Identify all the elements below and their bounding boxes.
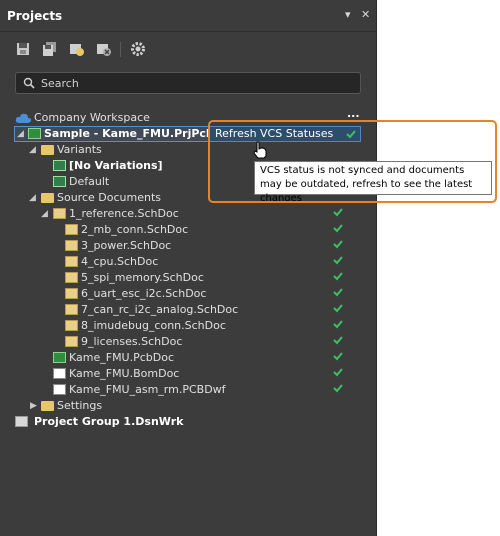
expand-arrow-icon[interactable]: ▶ (30, 398, 37, 414)
folder-icon (41, 193, 54, 203)
pcbdwf-doc-label: Kame_FMU_asm_rm.PCBDwf (69, 383, 226, 396)
draftsman-doc-icon (53, 384, 66, 395)
tree-item-sheet[interactable]: 4_cpu.SchDoc (15, 254, 361, 270)
tree-item-project[interactable]: ◢ Sample - Kame_FMU.PrjPcb (15, 126, 215, 142)
schematic-doc-icon (65, 304, 78, 315)
search-icon (23, 77, 35, 89)
callout-highlight-frame (208, 120, 497, 203)
no-variations-label: [No Variations] (69, 159, 163, 172)
tree-item-sheet[interactable]: 7_can_rc_i2c_analog.SchDoc (15, 302, 361, 318)
search-placeholder: Search (41, 77, 79, 90)
project-group-label: Project Group 1.DsnWrk (34, 415, 184, 428)
sheet-label: 6_uart_esc_i2c.SchDoc (81, 287, 207, 300)
bom-doc-label: Kame_FMU.BomDoc (69, 367, 180, 380)
close-project-icon[interactable] (96, 41, 112, 57)
folder-icon (41, 401, 54, 411)
project-group-icon (15, 416, 28, 427)
panel-toolbar (0, 32, 376, 66)
workspace-label: Company Workspace (34, 111, 150, 124)
projects-panel: Projects ▾ ✕ Search Company Workspace ..… (0, 0, 377, 536)
search-input[interactable]: Search (15, 72, 361, 94)
pcb-doc-icon (53, 352, 66, 363)
open-project-icon[interactable] (69, 41, 85, 57)
bom-doc-icon (53, 368, 66, 379)
settings-label: Settings (57, 399, 103, 412)
vcs-ok-check-icon (333, 240, 343, 249)
vcs-ok-check-icon (333, 352, 343, 361)
panel-menu-icon[interactable]: ▾ (345, 8, 351, 21)
save-all-icon[interactable] (42, 41, 58, 57)
toolbar-divider (120, 42, 121, 57)
schematic-doc-icon (65, 224, 78, 235)
variant-icon (53, 176, 66, 187)
tree-item-sheet[interactable]: 6_uart_esc_i2c.SchDoc (15, 286, 361, 302)
tree-item-source-documents[interactable]: ◢ Source Documents (15, 190, 215, 206)
vcs-ok-check-icon (333, 272, 343, 281)
sheet-label: 4_cpu.SchDoc (81, 255, 159, 268)
vcs-ok-check-icon (333, 384, 343, 393)
collapse-arrow-icon[interactable]: ◢ (29, 142, 36, 158)
tree-item-sheet[interactable]: 3_power.SchDoc (15, 238, 361, 254)
cloud-icon (15, 113, 32, 123)
schematic-doc-icon (65, 240, 78, 251)
tree-item-sheet[interactable]: 9_licenses.SchDoc (15, 334, 361, 350)
tree-item-settings[interactable]: ▶ Settings (15, 398, 215, 414)
collapse-arrow-icon[interactable]: ◢ (17, 126, 24, 142)
sheet-label: 2_mb_conn.SchDoc (81, 223, 189, 236)
settings-icon[interactable] (130, 41, 146, 57)
schematic-doc-icon (53, 208, 66, 219)
folder-icon (41, 145, 54, 155)
sheet-label: 3_power.SchDoc (81, 239, 172, 252)
tree-item-bom-doc[interactable]: Kame_FMU.BomDoc (15, 366, 361, 382)
schematic-doc-icon (65, 288, 78, 299)
collapse-arrow-icon[interactable]: ◢ (41, 206, 48, 222)
vcs-ok-check-icon (333, 368, 343, 377)
tree-item-default-variant[interactable]: Default (15, 174, 215, 190)
save-icon[interactable] (15, 41, 31, 57)
schematic-doc-icon (65, 320, 78, 331)
vcs-ok-check-icon (333, 224, 343, 233)
source-documents-label: Source Documents (57, 191, 161, 204)
tree-item-reference-doc[interactable]: ◢ 1_reference.SchDoc (15, 206, 361, 222)
panel-close-icon[interactable]: ✕ (361, 8, 370, 21)
tree-item-pcbdwf-doc[interactable]: Kame_FMU_asm_rm.PCBDwf (15, 382, 361, 398)
vcs-ok-check-icon (333, 304, 343, 313)
tree-item-no-variations[interactable]: [No Variations] (15, 158, 215, 174)
default-variant-label: Default (69, 175, 110, 188)
sheet-label: 7_can_rc_i2c_analog.SchDoc (81, 303, 239, 316)
schematic-doc-icon (65, 336, 78, 347)
tree-item-sheet[interactable]: 5_spi_memory.SchDoc (15, 270, 361, 286)
tree-item-pcb-doc[interactable]: Kame_FMU.PcbDoc (15, 350, 361, 366)
sheet-label: 8_imudebug_conn.SchDoc (81, 319, 226, 332)
pcb-project-icon (28, 128, 41, 139)
vcs-ok-check-icon (333, 336, 343, 345)
project-label: Sample - Kame_FMU.PrjPcb (44, 127, 214, 140)
vcs-ok-check-icon (333, 256, 343, 265)
vcs-ok-check-icon (333, 320, 343, 329)
tree-item-variants[interactable]: ◢ Variants (15, 142, 215, 158)
panel-titlebar: Projects ▾ ✕ (0, 0, 376, 32)
schematic-doc-icon (65, 256, 78, 267)
variants-label: Variants (57, 143, 102, 156)
pcb-doc-label: Kame_FMU.PcbDoc (69, 351, 175, 364)
reference-doc-label: 1_reference.SchDoc (69, 207, 179, 220)
vcs-ok-check-icon (333, 208, 343, 217)
collapse-arrow-icon[interactable]: ◢ (29, 190, 36, 206)
sheet-label: 5_spi_memory.SchDoc (81, 271, 204, 284)
tree-item-sheet[interactable]: 8_imudebug_conn.SchDoc (15, 318, 361, 334)
tree-item-sheet[interactable]: 2_mb_conn.SchDoc (15, 222, 361, 238)
panel-title: Projects (7, 9, 63, 23)
variant-icon (53, 160, 66, 171)
schematic-doc-icon (65, 272, 78, 283)
vcs-ok-check-icon (333, 288, 343, 297)
sheet-label: 9_licenses.SchDoc (81, 335, 183, 348)
tree-item-project-group[interactable]: Project Group 1.DsnWrk (15, 414, 215, 430)
